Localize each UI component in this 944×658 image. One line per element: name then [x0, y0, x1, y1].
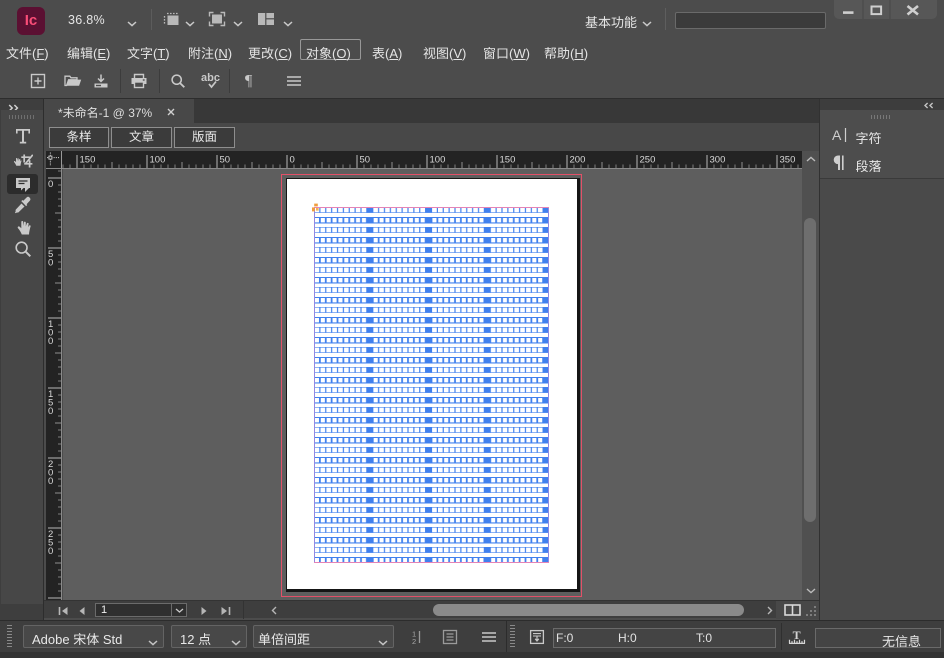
svg-text:0: 0 [48, 476, 53, 487]
svg-text:0: 0 [48, 546, 53, 557]
svg-text:abc: abc [201, 72, 220, 84]
svg-text:50: 50 [360, 155, 371, 166]
svg-text:100: 100 [150, 155, 166, 166]
svg-text:350: 350 [780, 155, 796, 166]
svg-text:50: 50 [220, 155, 231, 166]
svg-text:100: 100 [430, 155, 446, 166]
svg-text:150: 150 [80, 155, 96, 166]
svg-text:300: 300 [710, 155, 726, 166]
svg-text:2: 2 [412, 637, 416, 645]
svg-text:0: 0 [48, 257, 53, 268]
svg-text:A: A [832, 127, 842, 143]
svg-text:0: 0 [48, 179, 53, 190]
svg-text:¶: ¶ [245, 73, 253, 89]
svg-text:0: 0 [48, 406, 53, 417]
svg-text:200: 200 [570, 155, 586, 166]
svg-text:150: 150 [500, 155, 516, 166]
svg-text:250: 250 [640, 155, 656, 166]
svg-text:0: 0 [290, 155, 295, 166]
svg-text:0: 0 [48, 336, 53, 347]
